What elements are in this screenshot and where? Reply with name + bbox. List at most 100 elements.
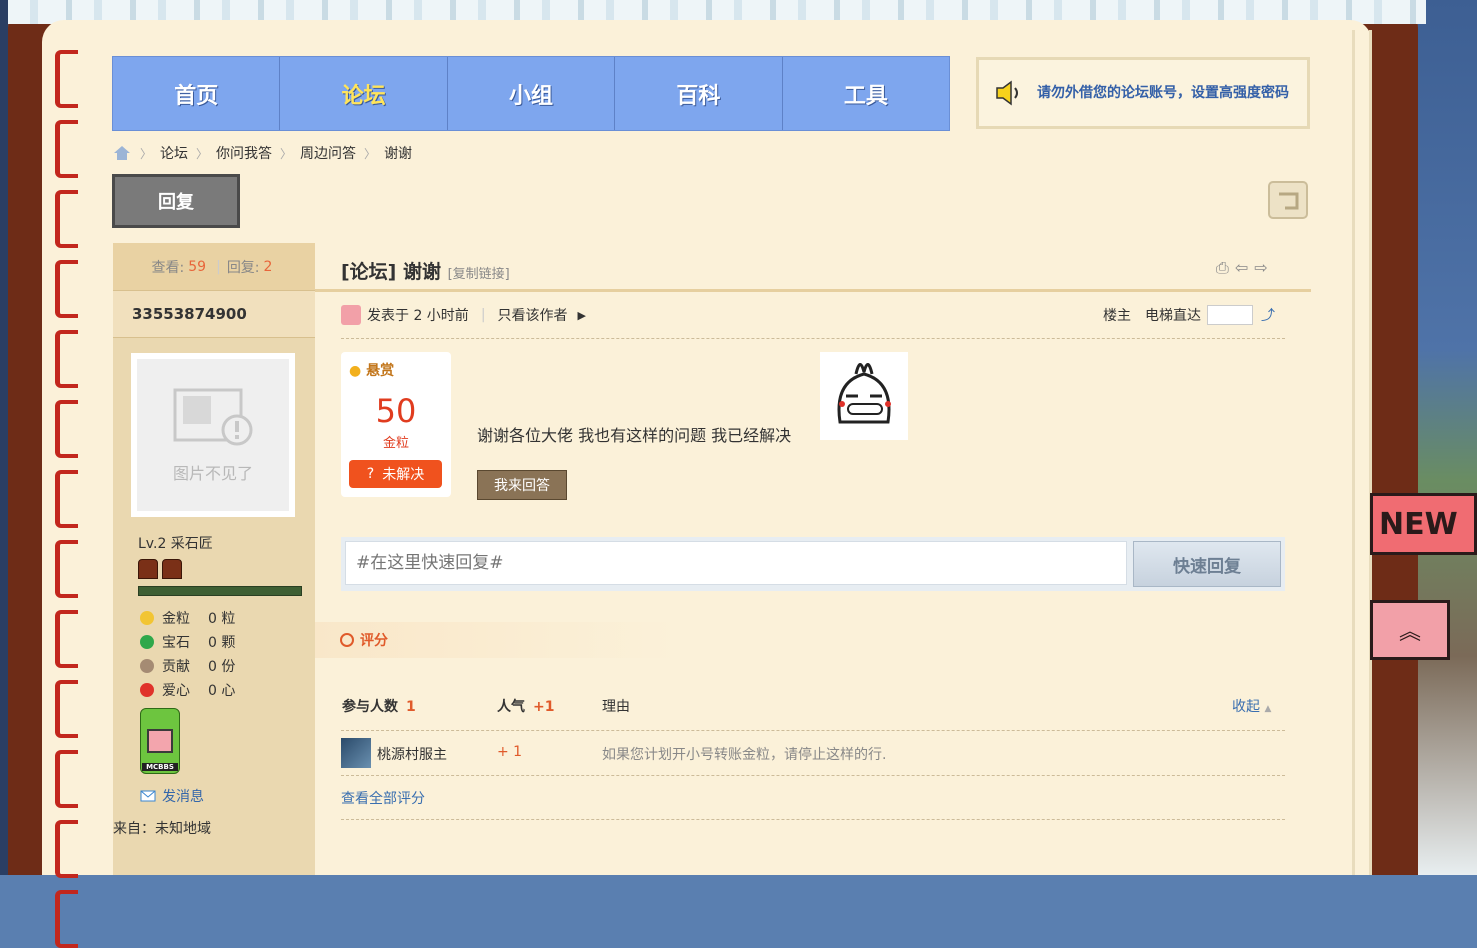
main-nav: 首页 论坛 小组 百科 工具	[112, 56, 950, 131]
page-edge	[1352, 30, 1372, 875]
rating-header: 参与人数 1 人气 +1 理由 收起 ▲	[341, 696, 1285, 726]
rating-points: + 1	[497, 744, 523, 760]
send-message-link[interactable]: 发消息	[140, 786, 204, 806]
stat-gold: 金粒 0 粒	[140, 608, 235, 628]
caret-up-icon: ▲	[1264, 704, 1272, 714]
level-icon	[162, 559, 182, 579]
user-location: 来自：未知地域	[113, 821, 211, 837]
post-title: [论坛] 谢谢 [复制链接]	[341, 261, 510, 283]
only-author-link[interactable]: 只看该作者	[498, 305, 568, 325]
bounty-amount: 50	[375, 392, 417, 430]
reason-label: 理由	[602, 699, 630, 715]
quick-reply-box: 快速回复	[341, 537, 1285, 591]
home-icon[interactable]	[112, 145, 132, 161]
circle-icon	[340, 633, 354, 647]
breadcrumb-forum[interactable]: 论坛	[160, 143, 188, 163]
user-level: Lv.2 采石匠	[138, 536, 213, 552]
nav-forum[interactable]: 论坛	[280, 57, 448, 130]
notice-banner: 请勿外借您的论坛账号，设置高强度密码	[976, 57, 1310, 129]
bounty-unit: 金粒	[382, 436, 409, 451]
views-label: 查看:	[151, 259, 185, 276]
notice-text: 请勿外借您的论坛账号，设置高强度密码	[1037, 84, 1289, 101]
prev-thread-icon[interactable]: ⇦	[1235, 258, 1248, 278]
post-meta: 发表于 2 小时前 | 只看该作者 ▶	[341, 305, 586, 325]
collapse-link[interactable]: 收起 ▲	[1232, 696, 1271, 716]
view-all-ratings-link[interactable]: 查看全部评分	[341, 788, 425, 808]
post-body: 谢谢各位大佬 我也有这样的问题 我已经解决	[477, 426, 792, 445]
views-count: 59	[188, 258, 207, 275]
gold-ingot-icon: ●	[349, 363, 362, 379]
floor-jump-input[interactable]	[1207, 305, 1253, 325]
chevron-right-icon: 〉	[196, 146, 209, 161]
rater-name[interactable]: 桃源村服主	[377, 744, 447, 764]
bounty-header: ● 悬赏	[349, 363, 395, 379]
gold-icon	[140, 611, 154, 625]
divider	[341, 819, 1285, 820]
divider	[341, 730, 1285, 731]
return-list-icon[interactable]	[1267, 180, 1309, 220]
smiley-sticker-icon	[820, 352, 908, 440]
bounty-status: ? 未解决	[349, 460, 442, 488]
stat-contribution: 贡献 0 份	[140, 656, 235, 676]
stats-divider: |	[216, 258, 221, 275]
nav-home[interactable]: 首页	[113, 57, 281, 130]
copy-link[interactable]: [复制链接]	[448, 267, 510, 282]
back-to-top-icon[interactable]: ︽	[1370, 600, 1450, 660]
question-icon: ?	[366, 466, 375, 482]
triangle-right-icon[interactable]: ▶	[578, 309, 586, 322]
nav-tools[interactable]: 工具	[783, 57, 949, 130]
level-icon	[138, 559, 158, 579]
mail-icon	[140, 790, 156, 802]
speaker-icon	[996, 80, 1018, 106]
breadcrumb-qa[interactable]: 你问我答	[216, 143, 272, 163]
title-actions: ⎙ ⇦ ⇨	[1216, 258, 1268, 278]
jump-label: 电梯直达	[1145, 308, 1201, 324]
online-status-icon	[341, 305, 361, 325]
level-icons	[138, 559, 182, 579]
book-binding	[55, 50, 78, 948]
bounty-card: ● 悬赏 50 金粒 ? 未解决	[341, 352, 451, 497]
reply-button[interactable]: 回复	[112, 174, 240, 228]
contribution-icon	[140, 659, 154, 673]
author-sidebar: 查看: 59 | 回复: 2 33553874900 图片不见了 Lv.2 采石…	[113, 243, 315, 875]
apple-icon	[140, 683, 154, 697]
participants-count: 1	[406, 699, 416, 715]
next-thread-icon[interactable]: ⇨	[1254, 258, 1267, 278]
breadcrumb-current[interactable]: 谢谢	[384, 143, 412, 163]
rating-tab[interactable]: 评分	[315, 622, 677, 658]
popularity-label: 人气	[497, 699, 525, 715]
jump-go-icon[interactable]: ⤴	[1261, 305, 1275, 325]
popularity-count: +1	[533, 699, 555, 715]
pig-icon	[147, 729, 173, 753]
avatar[interactable]: 图片不见了	[131, 353, 295, 517]
author-name[interactable]: 33553874900	[113, 290, 315, 338]
new-tag[interactable]: NEW	[1370, 493, 1477, 555]
participants-label: 参与人数	[342, 699, 398, 715]
right-background	[1418, 0, 1477, 875]
floor-label: 楼主	[1103, 308, 1131, 324]
stat-gem: 宝石 0 颗	[140, 632, 235, 652]
chevron-right-icon: 〉	[364, 146, 377, 161]
print-icon[interactable]: ⎙	[1216, 258, 1229, 278]
broken-image-icon	[173, 388, 253, 446]
replies-count: 2	[263, 258, 273, 275]
quick-reply-input[interactable]	[345, 541, 1127, 585]
post-time: 发表于 2 小时前	[367, 308, 469, 324]
gem-icon	[140, 635, 154, 649]
experience-bar	[138, 586, 302, 596]
thread-stats: 查看: 59 | 回复: 2	[113, 243, 315, 290]
medal-badge[interactable]: MCBBS	[140, 708, 180, 774]
stat-love: 爱心 0 心	[140, 680, 235, 700]
answer-button[interactable]: 我来回答	[477, 470, 567, 500]
avatar-placeholder: 图片不见了	[172, 464, 253, 483]
breadcrumb: 〉 论坛 〉 你问我答 〉 周边问答 〉 谢谢	[112, 143, 412, 163]
nav-wiki[interactable]: 百科	[615, 57, 783, 130]
breadcrumb-peripheral[interactable]: 周边问答	[300, 143, 356, 163]
rater-avatar[interactable]	[341, 738, 371, 768]
post-floor: 楼主 电梯直达 ⤴	[1103, 305, 1275, 325]
rating-row: 桃源村服主 + 1 如果您计划开小号转账金粒，请停止这样的行.	[341, 738, 1285, 768]
replies-label: 回复:	[226, 259, 260, 276]
title-underline	[315, 289, 1311, 292]
quick-reply-button[interactable]: 快速回复	[1133, 541, 1281, 587]
nav-group[interactable]: 小组	[448, 57, 616, 130]
